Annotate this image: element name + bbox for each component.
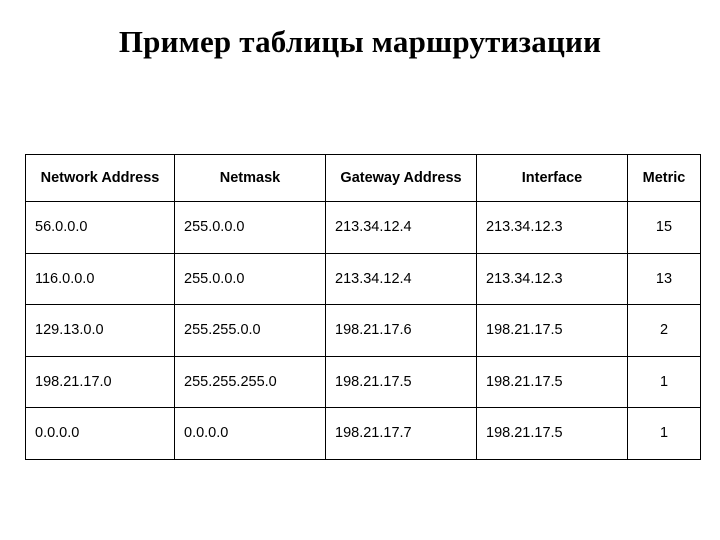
cell-metric: 1 bbox=[627, 407, 701, 460]
table-row: 198.21.17.0 255.255.255.0 198.21.17.5 19… bbox=[25, 355, 701, 408]
cell-interface: 198.21.17.5 bbox=[476, 304, 628, 357]
cell-network-address: 129.13.0.0 bbox=[25, 304, 175, 357]
cell-metric: 1 bbox=[627, 355, 701, 408]
cell-netmask: 255.255.255.0 bbox=[174, 355, 326, 408]
cell-netmask: 255.0.0.0 bbox=[174, 252, 326, 305]
column-header-netmask: Netmask bbox=[174, 154, 326, 202]
column-header-gateway-address: Gateway Address bbox=[325, 154, 477, 202]
cell-gateway-address: 213.34.12.4 bbox=[325, 201, 477, 254]
cell-metric: 13 bbox=[627, 252, 701, 305]
cell-metric: 15 bbox=[627, 201, 701, 254]
cell-gateway-address: 213.34.12.4 bbox=[325, 252, 477, 305]
cell-network-address: 116.0.0.0 bbox=[25, 252, 175, 305]
slide-canvas: Пример таблицы маршрутизации Network Add… bbox=[0, 0, 720, 540]
cell-interface: 198.21.17.5 bbox=[476, 407, 628, 460]
cell-gateway-address: 198.21.17.5 bbox=[325, 355, 477, 408]
cell-gateway-address: 198.21.17.6 bbox=[325, 304, 477, 357]
column-header-metric: Metric bbox=[627, 154, 701, 202]
cell-netmask: 0.0.0.0 bbox=[174, 407, 326, 460]
cell-netmask: 255.0.0.0 bbox=[174, 201, 326, 254]
table-header-row: Network Address Netmask Gateway Address … bbox=[25, 154, 701, 202]
table-row: 56.0.0.0 255.0.0.0 213.34.12.4 213.34.12… bbox=[25, 201, 701, 254]
cell-metric: 2 bbox=[627, 304, 701, 357]
routing-table: Network Address Netmask Gateway Address … bbox=[25, 154, 701, 460]
cell-interface: 213.34.12.3 bbox=[476, 252, 628, 305]
table-row: 0.0.0.0 0.0.0.0 198.21.17.7 198.21.17.5 … bbox=[25, 407, 701, 460]
table-row: 116.0.0.0 255.0.0.0 213.34.12.4 213.34.1… bbox=[25, 252, 701, 305]
routing-table-container: Network Address Netmask Gateway Address … bbox=[25, 154, 701, 460]
cell-gateway-address: 198.21.17.7 bbox=[325, 407, 477, 460]
cell-network-address: 56.0.0.0 bbox=[25, 201, 175, 254]
cell-netmask: 255.255.0.0 bbox=[174, 304, 326, 357]
column-header-network-address: Network Address bbox=[25, 154, 175, 202]
table-header: Network Address Netmask Gateway Address … bbox=[25, 154, 701, 202]
cell-interface: 198.21.17.5 bbox=[476, 355, 628, 408]
table-row: 129.13.0.0 255.255.0.0 198.21.17.6 198.2… bbox=[25, 304, 701, 357]
column-header-interface: Interface bbox=[476, 154, 628, 202]
cell-interface: 213.34.12.3 bbox=[476, 201, 628, 254]
cell-network-address: 0.0.0.0 bbox=[25, 407, 175, 460]
table-body: 56.0.0.0 255.0.0.0 213.34.12.4 213.34.12… bbox=[25, 201, 701, 460]
cell-network-address: 198.21.17.0 bbox=[25, 355, 175, 408]
page-title: Пример таблицы маршрутизации bbox=[118, 24, 602, 59]
